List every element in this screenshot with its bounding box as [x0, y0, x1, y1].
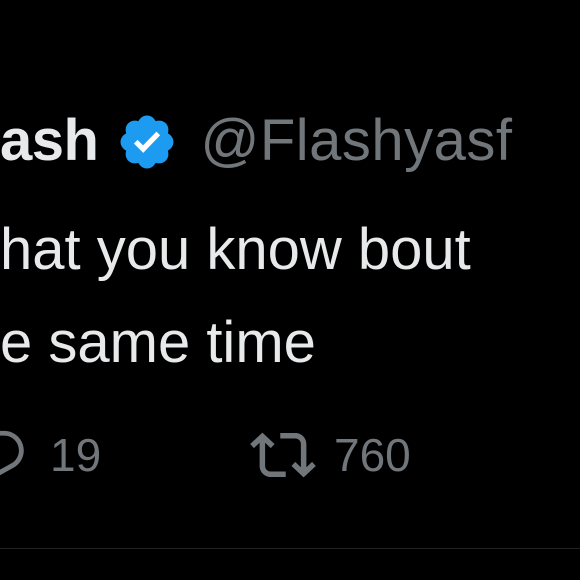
tweet-text: hat you know bout e same time: [0, 203, 471, 389]
retweet-button[interactable]: 760: [250, 420, 411, 490]
author-handle[interactable]: @Flashyasf: [200, 107, 512, 174]
retweet-icon: [250, 422, 316, 488]
retweet-count: 760: [334, 429, 411, 481]
tweet-text-line: hat you know bout: [0, 217, 471, 282]
like-icon: [572, 426, 580, 484]
verified-badge-icon[interactable]: [116, 111, 178, 173]
author-display-name[interactable]: ash: [0, 107, 99, 174]
tweet-actions-bar: 19 760: [0, 420, 580, 490]
divider: [0, 548, 580, 549]
tweet-text-line: e same time: [0, 310, 316, 375]
reply-icon: [0, 426, 28, 484]
like-button[interactable]: [572, 420, 580, 490]
tweet-card: ash @Flashyasf hat you know bout e same …: [0, 0, 580, 580]
reply-button[interactable]: 19: [0, 420, 101, 490]
reply-count: 19: [50, 429, 102, 481]
tweet-header: ash @Flashyasf: [0, 98, 513, 182]
